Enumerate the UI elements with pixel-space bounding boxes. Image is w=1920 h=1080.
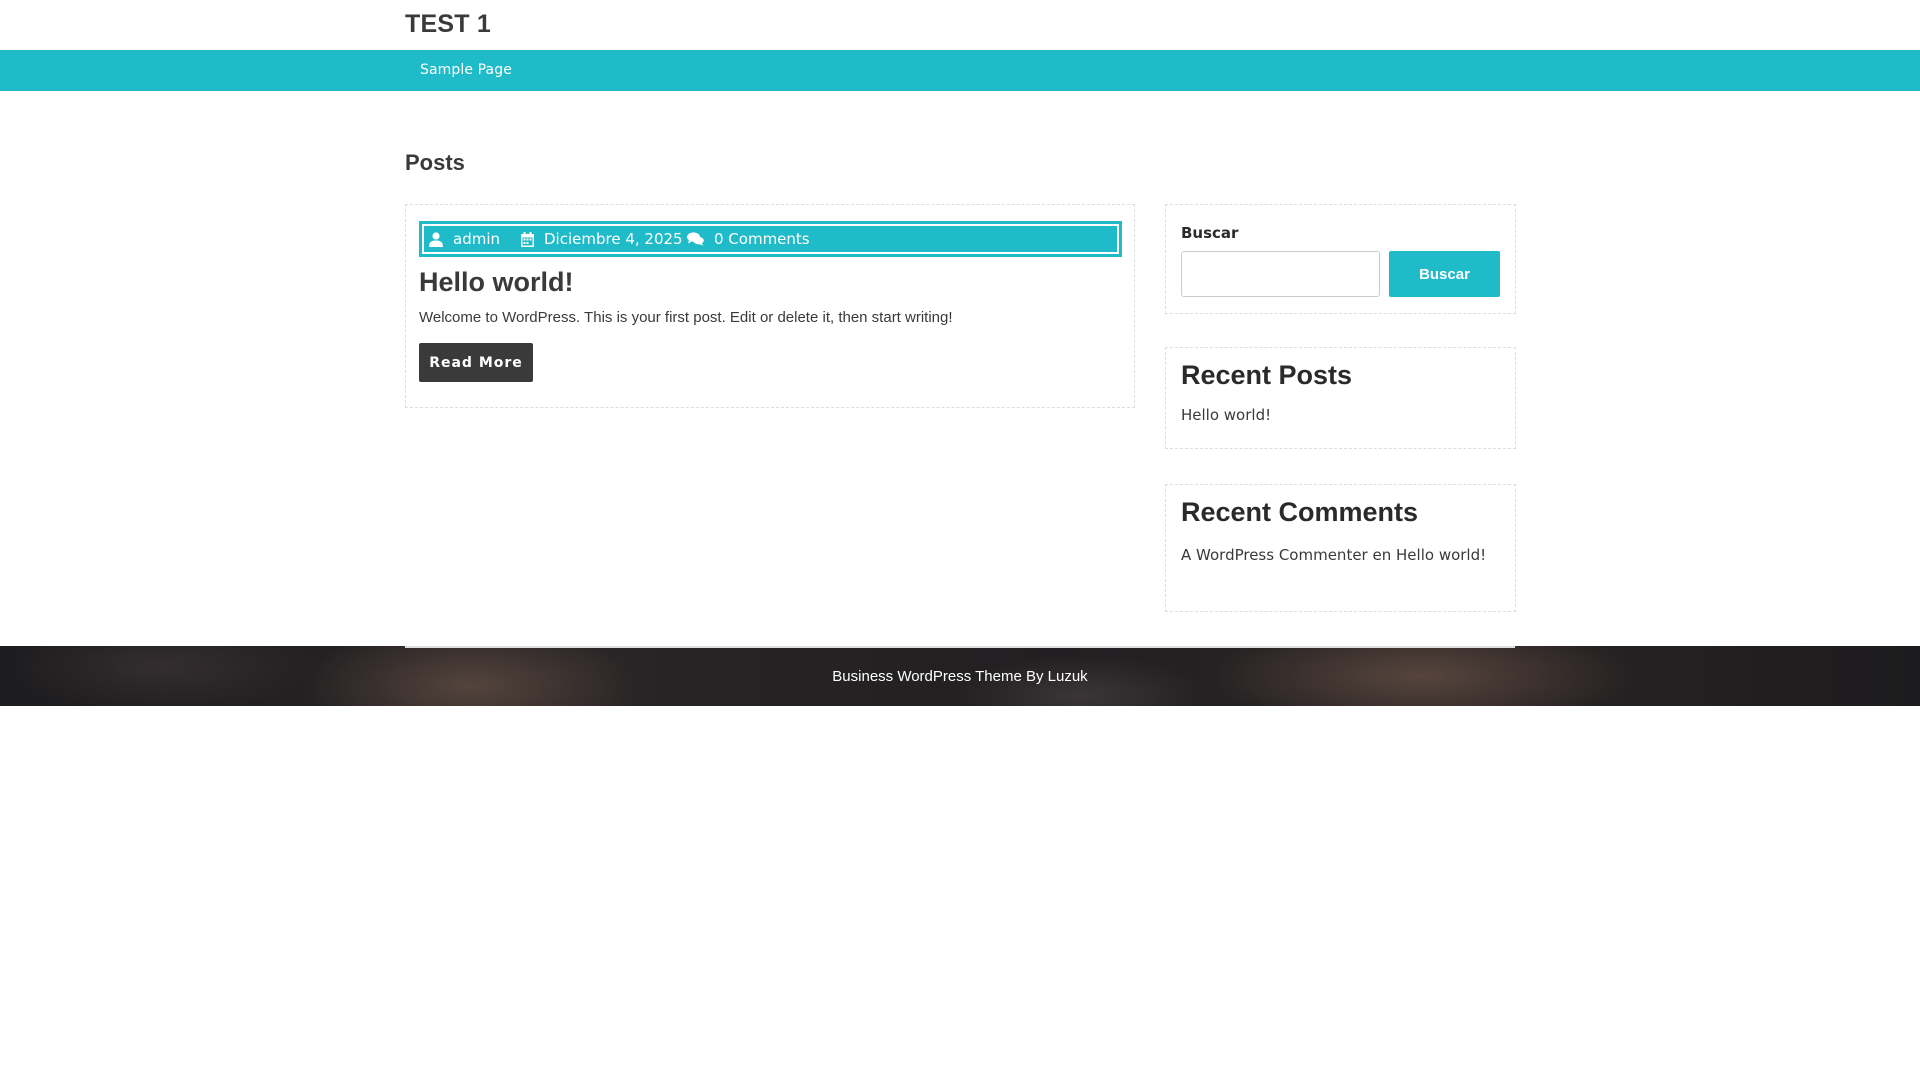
post-title[interactable]: Hello world! bbox=[419, 267, 574, 298]
comment-post-link[interactable]: Hello world! bbox=[1396, 546, 1486, 564]
read-more-button[interactable]: Read More bbox=[419, 343, 533, 382]
post-author[interactable]: admin bbox=[429, 223, 500, 255]
recent-posts-widget: Recent Posts Hello world! bbox=[1165, 347, 1516, 449]
search-widget: Buscar Buscar bbox=[1165, 204, 1516, 314]
comment-connector: en bbox=[1372, 546, 1392, 564]
user-icon bbox=[429, 231, 443, 247]
recent-posts-title: Recent Posts bbox=[1181, 360, 1353, 390]
post-meta-bar: admin Diciembre 4, 2025 0 Comments bbox=[419, 221, 1122, 257]
post-date[interactable]: Diciembre 4, 2025 bbox=[521, 223, 683, 255]
search-input[interactable] bbox=[1181, 251, 1380, 297]
post-excerpt: Welcome to WordPress. This is your first… bbox=[419, 309, 953, 326]
post-card: admin Diciembre 4, 2025 0 Comments Hello… bbox=[405, 204, 1135, 408]
post-comments-label: 0 Comments bbox=[714, 230, 810, 248]
site-footer: Business WordPress Theme By Luzuk bbox=[0, 646, 1920, 706]
search-button[interactable]: Buscar bbox=[1389, 251, 1500, 297]
recent-comments-title: Recent Comments bbox=[1181, 497, 1419, 527]
page-title: Posts bbox=[405, 150, 465, 175]
site-title[interactable]: TEST 1 bbox=[405, 10, 491, 39]
calendar-icon bbox=[521, 231, 534, 247]
post-date-label: Diciembre 4, 2025 bbox=[544, 230, 683, 248]
recent-comments-widget: Recent Comments A WordPress Commenter en… bbox=[1165, 484, 1516, 612]
nav-item-sample-page[interactable]: Sample Page bbox=[420, 50, 512, 91]
primary-nav: Sample Page bbox=[0, 50, 1920, 91]
recent-post-link[interactable]: Hello world! bbox=[1181, 406, 1271, 424]
comments-icon bbox=[687, 232, 704, 246]
search-label: Buscar bbox=[1181, 224, 1239, 242]
footer-credit: Business WordPress Theme By Luzuk bbox=[832, 668, 1088, 685]
site-header: TEST 1 bbox=[0, 0, 1920, 50]
post-author-label: admin bbox=[453, 230, 500, 248]
footer-divider bbox=[405, 646, 1515, 648]
recent-comment-item: A WordPress Commenter en Hello world! bbox=[1181, 546, 1486, 564]
comment-author-link[interactable]: A WordPress Commenter bbox=[1181, 546, 1368, 564]
post-comments[interactable]: 0 Comments bbox=[687, 223, 810, 255]
